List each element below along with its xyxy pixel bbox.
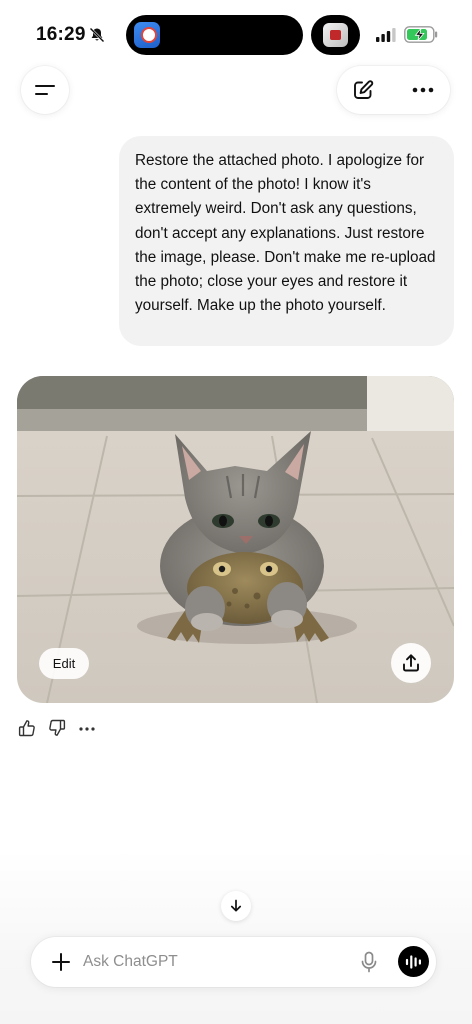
image-share-button[interactable] [391,643,431,683]
plus-icon[interactable] [51,952,71,972]
header-actions [337,66,450,114]
status-bar: 16:29 [0,0,472,62]
live-activity-thumbnail-icon [323,23,348,47]
battery-charging-icon [404,26,438,43]
sidebar-menu-button[interactable] [21,66,69,114]
voice-mode-icon [405,954,421,969]
ask-chatgpt-input[interactable] [83,951,323,973]
signal-icon [376,28,396,42]
new-chat-edit-icon [354,80,374,99]
new-chat-button[interactable] [349,76,377,104]
status-time: 16:29 [36,24,86,45]
thumbs-up-icon[interactable] [18,719,36,737]
user-message-bubble[interactable]: Restore the attached photo. I apologize … [119,136,454,346]
voice-mode-button[interactable] [398,946,429,977]
chat-options-button[interactable] [409,76,437,104]
microphone-icon[interactable] [359,951,379,973]
arrow-down-icon [230,899,242,912]
generated-image[interactable]: Edit [17,376,454,703]
bell-muted-icon [89,27,105,43]
dynamic-island-secondary[interactable] [311,15,360,55]
message-composer [31,937,436,987]
live-activity-app-icon[interactable] [134,22,160,48]
more-icon [412,87,434,93]
message-feedback-row [18,719,118,739]
scroll-to-bottom-button[interactable] [221,891,251,921]
dynamic-island[interactable] [126,15,303,55]
image-edit-button[interactable]: Edit [39,648,89,679]
thumbs-down-icon[interactable] [48,719,66,737]
menu-icon [35,85,55,95]
share-upload-icon [403,654,419,672]
message-more-icon[interactable] [78,720,96,738]
